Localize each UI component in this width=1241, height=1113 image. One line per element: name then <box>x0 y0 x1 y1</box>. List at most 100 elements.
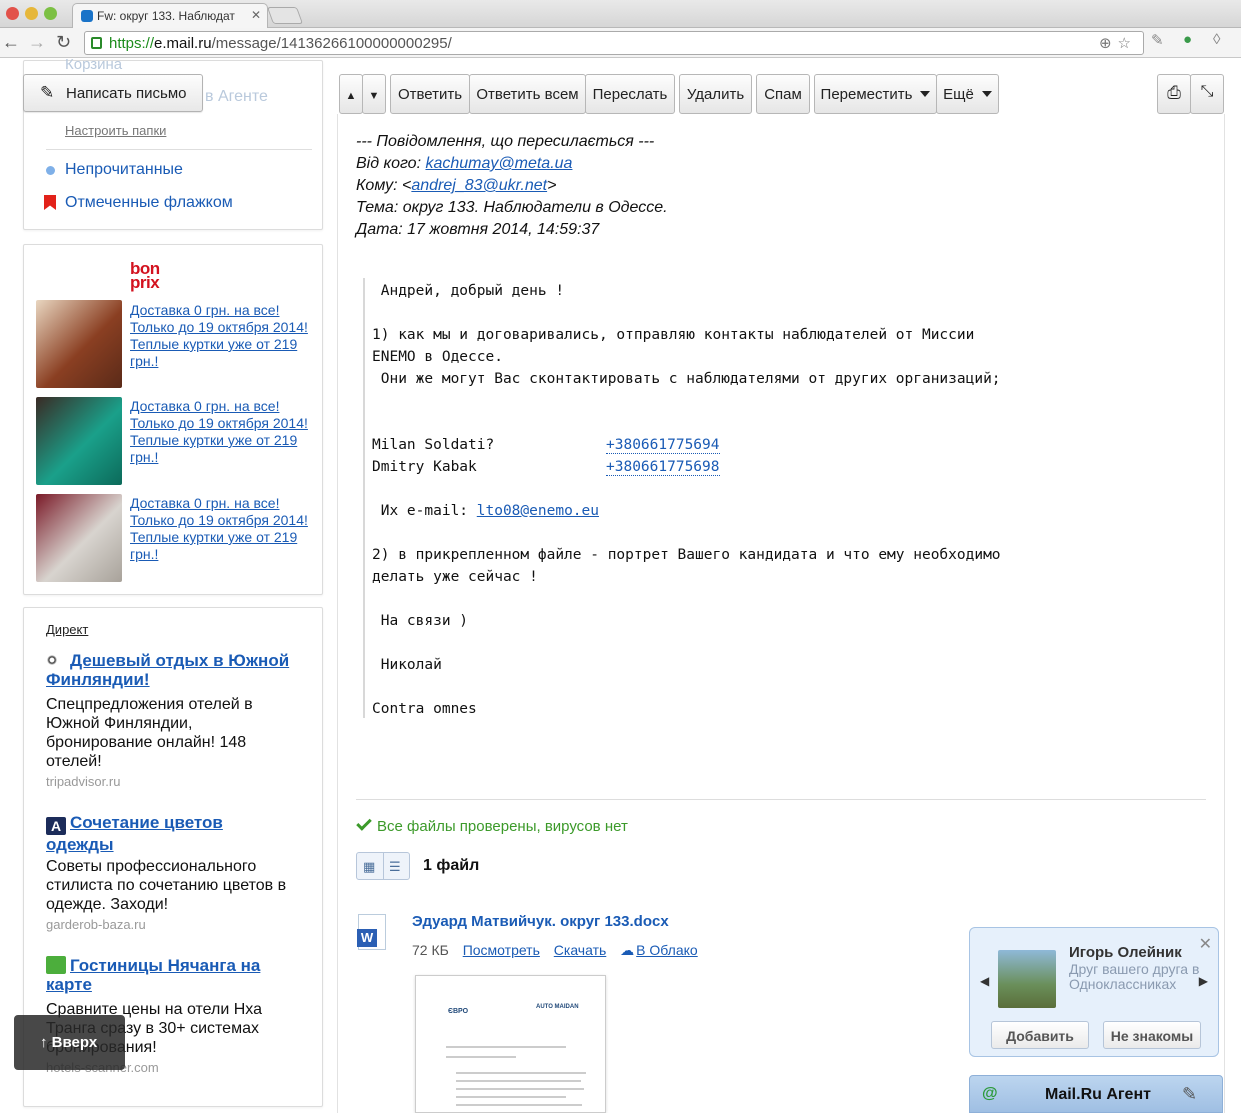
add-friend-button[interactable]: Добавить <box>991 1021 1089 1049</box>
from-line: Від кого: kachumay@meta.ua <box>356 155 573 172</box>
prev-message-button[interactable]: ▲ <box>339 74 363 114</box>
minimize-window-button[interactable] <box>25 7 38 20</box>
direkt-ad-source[interactable]: tripadvisor.ru <box>46 774 120 789</box>
contact-phone[interactable]: +380661775694 <box>606 434 720 456</box>
mail-agent-bar[interactable]: @ Mail.Ru Агент ✎ <box>969 1075 1223 1113</box>
file-size: 72 КБ <box>412 942 449 958</box>
cloud-link[interactable]: В Облако <box>636 942 698 958</box>
direkt-ad-title[interactable]: Дешевый отдых в Южной Финляндии! <box>46 651 306 689</box>
forward-icon[interactable]: → <box>28 32 46 53</box>
move-dropdown[interactable]: Переместить <box>814 74 937 114</box>
ad-link[interactable]: Доставка 0 грн. на все! Только до 19 окт… <box>130 398 310 466</box>
folder-trash-ghost: Корзина <box>65 56 123 73</box>
extension-green-icon[interactable]: ● <box>1183 31 1192 48</box>
direkt-ad-body: Советы профессионального стилиста по соч… <box>46 858 287 913</box>
chevron-down-icon <box>920 91 931 97</box>
folders-divider <box>46 149 312 150</box>
tab-close-icon[interactable]: ✕ <box>251 8 261 22</box>
attachments-divider <box>356 799 1206 800</box>
browser-tabbar: Fw: округ 133. Наблюдат ✕ <box>0 0 1241 28</box>
download-link[interactable]: Скачать <box>554 942 607 958</box>
spam-button[interactable]: Спам <box>756 74 810 114</box>
url-scheme: https:// <box>109 35 155 52</box>
direkt-ad-source[interactable]: garderob-baza.ru <box>46 917 146 932</box>
more-dropdown[interactable]: Ещё <box>936 74 999 114</box>
ad-link[interactable]: Доставка 0 грн. на все! Только до 19 окт… <box>130 302 310 370</box>
thumb-logo-right: AUTO MAIDAN <box>536 1004 579 1010</box>
ad-image-teal-jacket[interactable] <box>36 397 122 485</box>
compose-label: Написать письмо <box>66 85 187 102</box>
font-a-icon: A <box>46 817 66 835</box>
filter-unread[interactable]: Непрочитанные <box>65 161 183 179</box>
attachment-view-toggle[interactable]: ▦ ☰ <box>356 852 410 880</box>
browser-tab[interactable]: Fw: округ 133. Наблюдат ✕ <box>72 3 268 28</box>
quote-bar <box>363 278 365 718</box>
from-email-link[interactable]: kachumay@meta.ua <box>425 155 572 172</box>
direkt-ad-title[interactable]: A Сочетание цветов одежды <box>46 813 286 854</box>
direkt-ad-title[interactable]: Гостиницы Нячанга на карте <box>46 956 286 994</box>
cloud-icon: ☁ <box>620 942 635 958</box>
thumb-logo-left: ЄВРО <box>448 1008 469 1015</box>
ad-image-fur-jacket[interactable] <box>36 494 122 582</box>
close-window-button[interactable] <box>6 7 19 20</box>
not-known-button[interactable]: Не знакомы <box>1103 1021 1201 1049</box>
forward-button[interactable]: Переслать <box>585 74 675 114</box>
direkt-label[interactable]: Директ <box>46 622 88 637</box>
friend-subtitle: Друг вашего друга в Одноклассниках <box>1069 961 1200 992</box>
unread-dot-icon <box>46 166 55 175</box>
body-p2-line1: 2) в прикрепленном файле - портрет Вашег… <box>372 547 1001 563</box>
shield-icon[interactable]: ◊ <box>1213 31 1220 48</box>
list-view-icon[interactable]: ☰ <box>389 859 401 875</box>
back-icon[interactable]: ← <box>2 32 20 53</box>
reply-button[interactable]: Ответить <box>390 74 470 114</box>
attachment-name-link[interactable]: Эдуард Матвийчук. округ 133.docx <box>412 913 669 930</box>
delete-button[interactable]: Удалить <box>679 74 752 114</box>
agent-ghost: в Агенте <box>205 88 268 105</box>
zoom-star-icons[interactable]: ⊕☆ <box>1099 34 1137 52</box>
to-line: Кому: <andrej_83@ukr.net> <box>356 177 557 194</box>
contact-email-link[interactable]: lto08@enemo.eu <box>477 503 599 519</box>
arrow-down-icon: ▼ <box>368 90 380 102</box>
close-icon[interactable]: ✕ <box>1199 934 1212 954</box>
view-link[interactable]: Посмотреть <box>463 942 540 958</box>
to-email-link[interactable]: andrej_83@ukr.net <box>411 177 547 194</box>
next-message-button[interactable]: ▼ <box>362 74 386 114</box>
expand-button[interactable]: ⤡ <box>1190 74 1224 114</box>
contact-phone[interactable]: +380661775698 <box>606 456 720 478</box>
date-line: Дата: 17 жовтня 2014, 14:59:37 <box>356 221 600 238</box>
attachment-meta: 72 КБ Посмотреть Скачать ☁ В Облако <box>412 942 698 959</box>
attachment-thumbnail[interactable]: ЄВРО AUTO MAIDAN <box>415 975 606 1113</box>
configure-folders-link[interactable]: Настроить папки <box>65 123 166 138</box>
tab-title: Fw: округ 133. Наблюдат <box>97 9 235 23</box>
move-label: Переместить <box>820 86 913 103</box>
ad-link[interactable]: Доставка 0 грн. на все! Только до 19 окт… <box>130 495 310 563</box>
virus-status: Все файлы проверены, вирусов нет <box>356 815 628 835</box>
url-host: e.mail.ru <box>154 35 212 52</box>
avatar[interactable] <box>998 950 1056 1008</box>
house-icon <box>46 956 66 974</box>
ad-image-brown-jacket[interactable] <box>36 300 122 388</box>
grid-view-icon[interactable]: ▦ <box>363 859 375 875</box>
wrench-icon[interactable]: ✎ <box>1182 1084 1197 1105</box>
filter-flagged[interactable]: Отмеченные флажком <box>65 194 233 212</box>
extension-icon[interactable]: ✎ <box>1151 31 1164 49</box>
body-p1-line1: 1) как мы и договаривались, отправляю ко… <box>372 327 975 343</box>
scroll-up-button[interactable]: ↑ Вверх <box>14 1015 125 1070</box>
bonprix-logo[interactable]: bon prix <box>130 260 160 291</box>
friend-name[interactable]: Игорь Олейник <box>1069 944 1182 961</box>
new-tab-button[interactable] <box>266 7 304 24</box>
print-button[interactable]: ⎙ <box>1157 74 1191 114</box>
friend-suggestion-popup: ✕ ◀ ▶ Игорь Олейник Друг вашего друга в … <box>969 927 1219 1057</box>
body-greeting: Андрей, добрый день ! <box>372 283 565 299</box>
body-p2-line2: делать уже сейчас ! <box>372 569 538 585</box>
reload-icon[interactable]: ↻ <box>56 32 71 53</box>
arrow-up-icon: ↑ <box>40 1034 48 1051</box>
lock-icon <box>91 37 102 49</box>
reply-all-button[interactable]: Ответить всем <box>469 74 586 114</box>
address-bar[interactable]: https://e.mail.ru/message/14136266100000… <box>84 31 1144 55</box>
contact-name: Milan Soldati? <box>372 437 495 453</box>
prev-arrow-icon[interactable]: ◀ <box>980 974 989 988</box>
compose-button[interactable]: ✎ Написать письмо <box>23 74 203 112</box>
zoom-window-button[interactable] <box>44 7 57 20</box>
word-doc-icon: W <box>357 914 386 950</box>
